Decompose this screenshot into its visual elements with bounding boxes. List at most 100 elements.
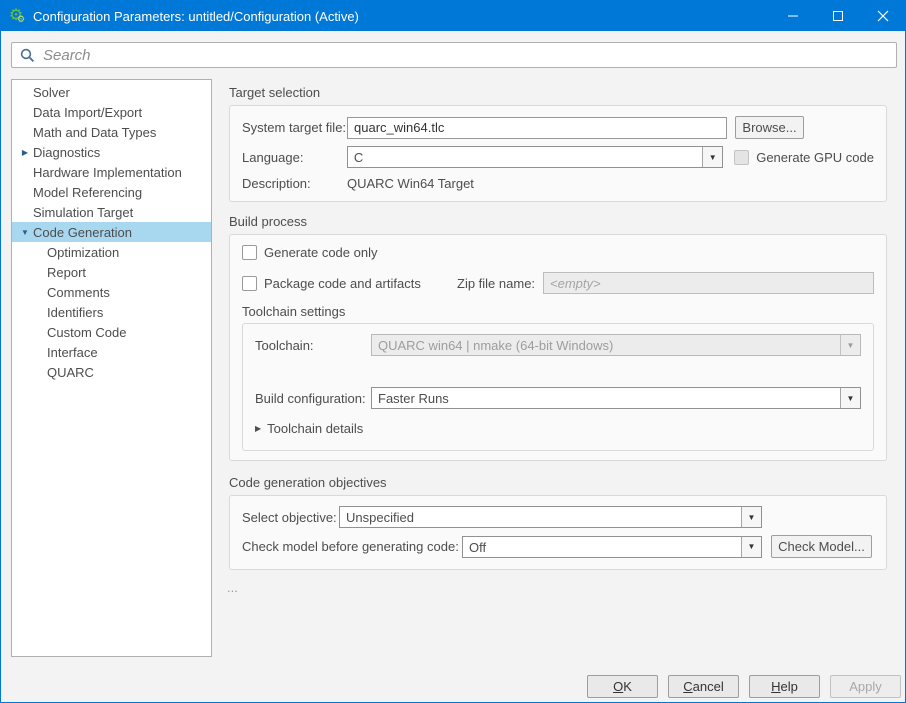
cancel-rest: ancel: [693, 679, 724, 694]
sidebar-item-simulation-target[interactable]: Simulation Target: [12, 202, 211, 222]
toolchain-dropdown: QUARC win64 | nmake (64-bit Windows) ▼: [371, 334, 861, 356]
maximize-button[interactable]: [815, 1, 860, 31]
sidebar-item-custom-code[interactable]: Custom Code: [12, 322, 211, 342]
sidebar-item-solver[interactable]: Solver: [12, 82, 211, 102]
toolchain-value: QUARC win64 | nmake (64-bit Windows): [372, 335, 840, 355]
sidebar-item-identifiers[interactable]: Identifiers: [12, 302, 211, 322]
sidebar-item-hardware-implementation[interactable]: Hardware Implementation: [12, 162, 211, 182]
select-objective-label: Select objective:: [242, 510, 339, 525]
ok-button[interactable]: OK: [587, 675, 658, 698]
configuration-parameters-dialog: ⚙ ⚙ Configuration Parameters: untitled/C…: [0, 0, 906, 703]
category-tree: Solver Data Import/Export Math and Data …: [11, 79, 212, 657]
apply-button: Apply: [830, 675, 901, 698]
build-process-title: Build process: [229, 214, 887, 229]
generate-code-only-label: Generate code only: [264, 245, 377, 260]
search-icon: [20, 48, 35, 63]
maximize-icon: [832, 10, 844, 22]
chevron-right-icon[interactable]: ▶: [19, 142, 31, 162]
tree-label: Code Generation: [33, 225, 132, 240]
tree-label: Report: [47, 265, 86, 280]
tree-label: QUARC: [47, 365, 94, 380]
sidebar-item-model-referencing[interactable]: Model Referencing: [12, 182, 211, 202]
toolchain-settings-group: Toolchain: QUARC win64 | nmake (64-bit W…: [242, 323, 874, 451]
help-key: H: [771, 679, 780, 694]
target-selection-title: Target selection: [229, 85, 887, 100]
build-configuration-value: Faster Runs: [372, 388, 840, 408]
select-objective-dropdown[interactable]: Unspecified ▼: [339, 506, 762, 528]
target-selection-group: System target file: Browse... Language: …: [229, 105, 887, 202]
chevron-down-icon[interactable]: ▼: [702, 147, 722, 167]
search-box[interactable]: [11, 42, 897, 68]
package-code-label: Package code and artifacts: [264, 276, 421, 291]
help-rest: elp: [781, 679, 798, 694]
chevron-down-icon[interactable]: ▼: [19, 222, 31, 242]
generate-gpu-code-checkbox: [734, 150, 749, 165]
tree-label: Model Referencing: [33, 185, 142, 200]
toolchain-settings-title: Toolchain settings: [242, 304, 874, 319]
package-code-checkbox[interactable]: [242, 276, 257, 291]
system-target-file-label: System target file:: [242, 120, 347, 135]
search-input[interactable]: [43, 47, 888, 64]
build-configuration-dropdown[interactable]: Faster Runs ▼: [371, 387, 861, 409]
description-label: Description:: [242, 176, 347, 191]
settings-panel: Target selection System target file: Bro…: [223, 79, 887, 595]
cancel-button[interactable]: Cancel: [668, 675, 739, 698]
zip-file-name-label: Zip file name:: [457, 276, 543, 291]
build-configuration-label: Build configuration:: [255, 391, 371, 406]
minimize-icon: [787, 10, 799, 22]
language-label: Language:: [242, 150, 347, 165]
toolchain-label: Toolchain:: [255, 338, 371, 353]
tree-label: Optimization: [47, 245, 119, 260]
sidebar-item-data-import-export[interactable]: Data Import/Export: [12, 102, 211, 122]
cancel-key: C: [683, 679, 692, 694]
ok-key: O: [613, 679, 623, 694]
chevron-down-icon[interactable]: ▼: [840, 388, 860, 408]
close-icon: [877, 10, 889, 22]
browse-button[interactable]: Browse...: [735, 116, 804, 139]
build-process-group: Generate code only Package code and arti…: [229, 234, 887, 461]
sidebar-item-report[interactable]: Report: [12, 262, 211, 282]
tree-label: Math and Data Types: [33, 125, 156, 140]
ok-rest: K: [623, 679, 632, 694]
chevron-down-icon[interactable]: ▼: [741, 507, 761, 527]
sidebar-item-code-generation[interactable]: ▼ Code Generation: [12, 222, 211, 242]
zip-file-name-input: [543, 272, 874, 294]
system-target-file-input[interactable]: [347, 117, 727, 139]
dialog-buttons: OK Cancel Help Apply: [587, 675, 901, 698]
sidebar-item-diagnostics[interactable]: ▶ Diagnostics: [12, 142, 211, 162]
close-button[interactable]: [860, 1, 905, 31]
minimize-button[interactable]: [770, 1, 815, 31]
chevron-down-icon[interactable]: ▼: [741, 537, 761, 557]
tree-label: Diagnostics: [33, 145, 100, 160]
check-model-value: Off: [463, 537, 741, 557]
tree-label: Comments: [47, 285, 110, 300]
simulink-settings-icon: ⚙ ⚙: [1, 1, 31, 31]
objectives-group: Select objective: Unspecified ▼ Check mo…: [229, 495, 887, 570]
sidebar-item-comments[interactable]: Comments: [12, 282, 211, 302]
check-model-dropdown[interactable]: Off ▼: [462, 536, 762, 558]
check-model-button[interactable]: Check Model...: [771, 535, 872, 558]
gear-small-icon: ⚙: [17, 15, 25, 24]
tree-label: Hardware Implementation: [33, 165, 182, 180]
chevron-right-icon[interactable]: ▶: [255, 424, 261, 433]
generate-gpu-code-label: Generate GPU code: [756, 150, 874, 165]
sidebar-item-quarc[interactable]: QUARC: [12, 362, 211, 382]
toolchain-details-toggle[interactable]: ▶ Toolchain details: [255, 421, 861, 436]
objectives-title: Code generation objectives: [229, 475, 887, 490]
titlebar: ⚙ ⚙ Configuration Parameters: untitled/C…: [1, 1, 905, 31]
tree-label: Custom Code: [47, 325, 126, 340]
generate-code-only-checkbox[interactable]: [242, 245, 257, 260]
language-value: C: [348, 147, 702, 167]
tree-label: Identifiers: [47, 305, 103, 320]
tree-label: Interface: [47, 345, 98, 360]
tree-label: Data Import/Export: [33, 105, 142, 120]
language-dropdown[interactable]: C ▼: [347, 146, 723, 168]
sidebar-item-optimization[interactable]: Optimization: [12, 242, 211, 262]
description-value: QUARC Win64 Target: [347, 176, 474, 191]
more-indicator: ...: [227, 580, 887, 595]
sidebar-item-interface[interactable]: Interface: [12, 342, 211, 362]
help-button[interactable]: Help: [749, 675, 820, 698]
tree-label: Simulation Target: [33, 205, 133, 220]
sidebar-item-math-and-data-types[interactable]: Math and Data Types: [12, 122, 211, 142]
select-objective-value: Unspecified: [340, 507, 741, 527]
